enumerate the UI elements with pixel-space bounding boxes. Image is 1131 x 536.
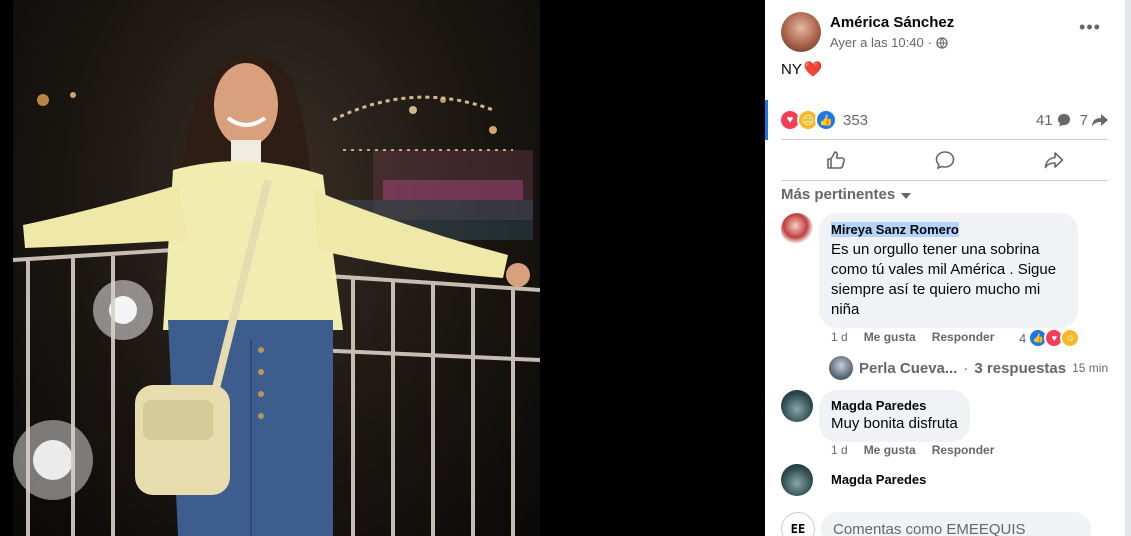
comment-bubble: Magda Paredes — [831, 472, 926, 496]
comment-time[interactable]: 1 d — [831, 443, 848, 457]
share-count: 7 — [1079, 111, 1088, 129]
comment-bubble: Magda Paredes Muy bonita disfruta — [819, 390, 970, 442]
comment-composer: EE — [781, 512, 1091, 536]
comment-reactions[interactable]: 4 👍 ♥ ☺ — [1019, 328, 1081, 348]
commenter-name[interactable]: Magda Paredes — [831, 472, 926, 487]
comment-input[interactable] — [821, 512, 1091, 536]
author-name[interactable]: América Sánchez — [830, 14, 954, 31]
post-stats: 41 7 — [1036, 112, 1109, 129]
current-user-avatar[interactable]: EE — [781, 512, 815, 536]
commenter-avatar[interactable] — [781, 390, 813, 422]
reply-time: 15 min — [1072, 361, 1109, 375]
care-reaction-icon: ☺ — [1060, 328, 1081, 348]
globe-icon — [936, 36, 948, 49]
photo-illustration — [13, 53, 540, 536]
post-timestamp[interactable]: Ayer a las 10:40 — [830, 35, 924, 50]
heart-emoji: ❤️ — [803, 61, 823, 78]
reply-author-avatar — [829, 356, 853, 380]
reply-separator: · — [963, 359, 969, 377]
comment-meta: 1 d Me gusta Responder — [831, 443, 994, 457]
comment-reply-button[interactable]: Responder — [932, 330, 995, 344]
post-text: NY ❤️ — [781, 60, 823, 79]
post-actions — [781, 142, 1108, 178]
post-details-panel: América Sánchez Ayer a las 10:40 · ••• N… — [765, 0, 1125, 536]
post-header: América Sánchez Ayer a las 10:40 · — [781, 12, 954, 52]
comment-bubble-icon — [935, 151, 954, 170]
comment-item: Magda Paredes — [781, 464, 926, 496]
reactions-summary: ♥ ☹ 👍 353 41 7 — [779, 108, 1109, 132]
comment-sort-dropdown[interactable]: Más pertinentes — [781, 186, 912, 203]
share-arrow-icon — [1044, 152, 1063, 169]
comment-reaction-count: 4 — [1019, 330, 1027, 346]
sort-label: Más pertinentes — [781, 186, 896, 203]
chevron-down-icon — [901, 192, 912, 199]
comment-item: Mireya Sanz Romero Es un orgullo tener u… — [781, 213, 1078, 328]
comment-reply-button[interactable]: Responder — [932, 443, 995, 457]
thumbs-up-icon — [826, 151, 845, 169]
share-count-stat[interactable]: 7 — [1080, 112, 1109, 129]
more-options-icon[interactable]: ••• — [1075, 18, 1105, 40]
comment-item: Magda Paredes Muy bonita disfruta — [781, 390, 970, 442]
view-replies-link[interactable]: Perla Cueva... · 3 respuestas 15 min — [829, 356, 1108, 380]
focus-indicator — [765, 100, 768, 140]
post-caption: NY — [781, 60, 802, 78]
comment-like-button[interactable]: Me gusta — [864, 443, 916, 457]
share-button[interactable] — [999, 142, 1108, 178]
scrollbar-track[interactable] — [1125, 0, 1131, 536]
comment-button[interactable] — [890, 142, 999, 178]
like-button[interactable] — [781, 142, 890, 178]
comment-count-stat[interactable]: 41 — [1036, 112, 1072, 129]
divider-bottom — [781, 180, 1108, 181]
like-reaction-icon: 👍 — [815, 109, 837, 131]
photo-viewer — [0, 0, 765, 536]
reaction-icons[interactable]: ♥ ☹ 👍 — [779, 109, 837, 131]
share-count-icon — [1092, 114, 1108, 127]
commenter-name[interactable]: Mireya Sanz Romero — [831, 222, 959, 237]
comment-meta: 1 d Me gusta Responder — [831, 330, 994, 344]
comment-time[interactable]: 1 d — [831, 330, 848, 344]
post-photo[interactable] — [13, 0, 540, 536]
post-meta: Ayer a las 10:40 · — [830, 35, 954, 50]
comment-like-button[interactable]: Me gusta — [864, 330, 916, 344]
commenter-name[interactable]: Magda Paredes — [831, 398, 958, 413]
reaction-count[interactable]: 353 — [843, 112, 868, 129]
comment-text: Es un orgullo tener una sobrina como tú … — [831, 241, 1057, 318]
comment-bubble: Mireya Sanz Romero Es un orgullo tener u… — [819, 213, 1078, 328]
commenter-avatar[interactable] — [781, 464, 813, 496]
author-avatar[interactable] — [781, 12, 821, 52]
meta-separator: · — [927, 35, 933, 50]
comment-count-icon — [1057, 114, 1070, 126]
comment-count: 41 — [1035, 111, 1053, 129]
divider-top — [781, 139, 1108, 140]
comment-text: Muy bonita disfruta — [831, 415, 958, 432]
reply-author-name: Perla Cueva... — [859, 359, 958, 377]
commenter-avatar[interactable] — [781, 213, 813, 245]
reply-count: 3 respuestas — [974, 359, 1067, 377]
author-block: América Sánchez Ayer a las 10:40 · — [830, 14, 954, 50]
